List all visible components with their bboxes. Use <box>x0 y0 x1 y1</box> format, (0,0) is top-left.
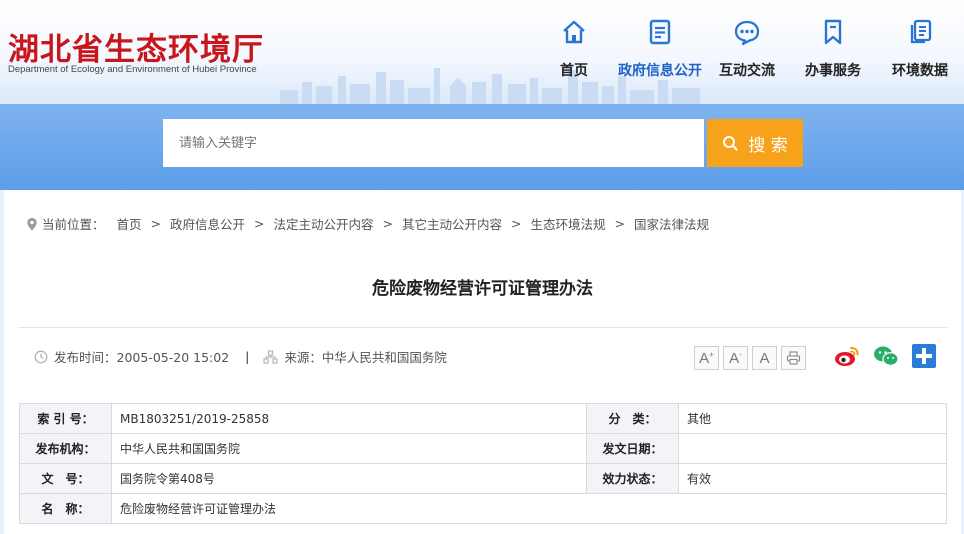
font-size-increase-button[interactable]: A + <box>694 346 719 370</box>
nav-label: 首页 <box>560 63 588 79</box>
print-button[interactable] <box>781 346 806 370</box>
search-band: 搜 索 <box>0 104 964 190</box>
issue-date-value <box>678 433 947 464</box>
nav-label: 互动交流 <box>719 63 775 79</box>
breadcrumb-item-gov-info[interactable]: 政府信息公开 <box>170 214 245 233</box>
breadcrumb: 当前位置： 首页 > 政府信息公开 > 法定主动公开内容 > 其它主动公开内容 … <box>26 214 709 233</box>
font-size-decrease-button[interactable]: A- <box>723 346 748 370</box>
issuer-value: 中华人民共和国国务院 <box>111 433 587 464</box>
doc-name-value: 危险废物经营许可证管理办法 <box>111 493 947 524</box>
plus-icon <box>912 344 936 368</box>
breadcrumb-separator: > <box>382 216 394 231</box>
table-row: 索 引 号： MB1803251/2019-25858 分 类： 其他 <box>19 403 947 434</box>
data-copy-icon <box>910 19 932 44</box>
category-value: 其他 <box>678 403 947 434</box>
share-wechat-button[interactable] <box>873 345 899 371</box>
index-label: 索 引 号： <box>19 403 112 434</box>
index-value: MB1803251/2019-25858 <box>111 403 587 434</box>
site-header: 湖北省生态环境厅 Department of Ecology and Envir… <box>0 0 964 104</box>
validity-status-value: 有效 <box>678 463 947 494</box>
doc-number-value: 国务院令第408号 <box>111 463 587 494</box>
search-input[interactable] <box>163 119 704 167</box>
share-more-button[interactable] <box>912 344 936 372</box>
breadcrumb-separator: > <box>614 216 626 231</box>
article-meta: 发布时间：2005-05-20 15:02 | 来源：中华人民共和国国务院 <box>34 347 447 366</box>
breadcrumb-separator: > <box>150 216 162 231</box>
table-row: 发布机构： 中华人民共和国国务院 发文日期： <box>19 433 947 464</box>
breadcrumb-item-national-law[interactable]: 国家法律法规 <box>634 214 709 233</box>
clock-icon <box>34 350 48 363</box>
share-weibo-button[interactable] <box>834 345 860 371</box>
article-tools: A + A- A <box>694 344 936 372</box>
issue-date-label: 发文日期： <box>586 433 679 464</box>
search-button[interactable]: 搜 索 <box>707 119 803 167</box>
chat-bubble-icon <box>734 20 760 46</box>
document-icon <box>649 19 671 45</box>
breadcrumb-prefix: 当前位置： <box>42 217 105 232</box>
breadcrumb-item-other[interactable]: 其它主动公开内容 <box>402 214 502 233</box>
weibo-icon <box>835 346 859 366</box>
print-icon <box>786 351 801 365</box>
search-icon <box>723 136 738 151</box>
source-org-icon <box>263 349 278 364</box>
meta-separator: | <box>245 349 250 364</box>
wechat-icon <box>874 346 899 366</box>
breadcrumb-item-home[interactable]: 首页 <box>117 214 142 233</box>
nav-item-home[interactable]: 首页 <box>529 18 619 88</box>
article-source: 来源：中华人民共和国国务院 <box>284 350 447 365</box>
issuer-label: 发布机构： <box>19 433 112 464</box>
nav-item-env-data[interactable]: 环境数据 <box>875 18 964 88</box>
site-logo-subtitle: Department of Ecology and Environment of… <box>8 64 257 75</box>
nav-item-services[interactable]: 办事服务 <box>788 18 878 88</box>
title-divider <box>19 327 947 328</box>
validity-status-label: 效力状态： <box>586 463 679 494</box>
table-row: 文 号： 国务院令第408号 效力状态： 有效 <box>19 463 947 494</box>
category-label: 分 类： <box>586 403 679 434</box>
site-logo-title[interactable]: 湖北省生态环境厅 <box>8 24 264 69</box>
breadcrumb-item-regulations[interactable]: 生态环境法规 <box>531 214 606 233</box>
nav-item-interaction[interactable]: 互动交流 <box>702 18 792 88</box>
nav-label: 办事服务 <box>805 63 861 79</box>
nav-item-gov-info[interactable]: 政府信息公开 <box>615 18 705 88</box>
table-row: 名 称： 危险废物经营许可证管理办法 <box>19 493 947 524</box>
location-pin-icon <box>27 217 37 230</box>
doc-number-label: 文 号： <box>19 463 112 494</box>
breadcrumb-separator: > <box>254 216 265 231</box>
nav-label: 环境数据 <box>892 63 948 79</box>
share-bar <box>834 344 936 372</box>
home-icon <box>563 20 585 44</box>
nav-label: 政府信息公开 <box>618 63 702 79</box>
font-size-reset-button[interactable]: A <box>752 346 777 370</box>
breadcrumb-separator: > <box>511 216 522 231</box>
article-card: 当前位置： 首页 > 政府信息公开 > 法定主动公开内容 > 其它主动公开内容 … <box>4 190 961 534</box>
bookmark-icon <box>824 19 842 45</box>
publish-time: 发布时间：2005-05-20 15:02 <box>54 350 230 365</box>
search-button-label: 搜 索 <box>748 135 788 156</box>
doc-name-label: 名 称： <box>19 493 112 524</box>
article-title: 危险废物经营许可证管理办法 <box>372 279 593 299</box>
breadcrumb-item-statutory[interactable]: 法定主动公开内容 <box>274 214 374 233</box>
document-info-table: 索 引 号： MB1803251/2019-25858 分 类： 其他 发布机构… <box>19 403 947 524</box>
